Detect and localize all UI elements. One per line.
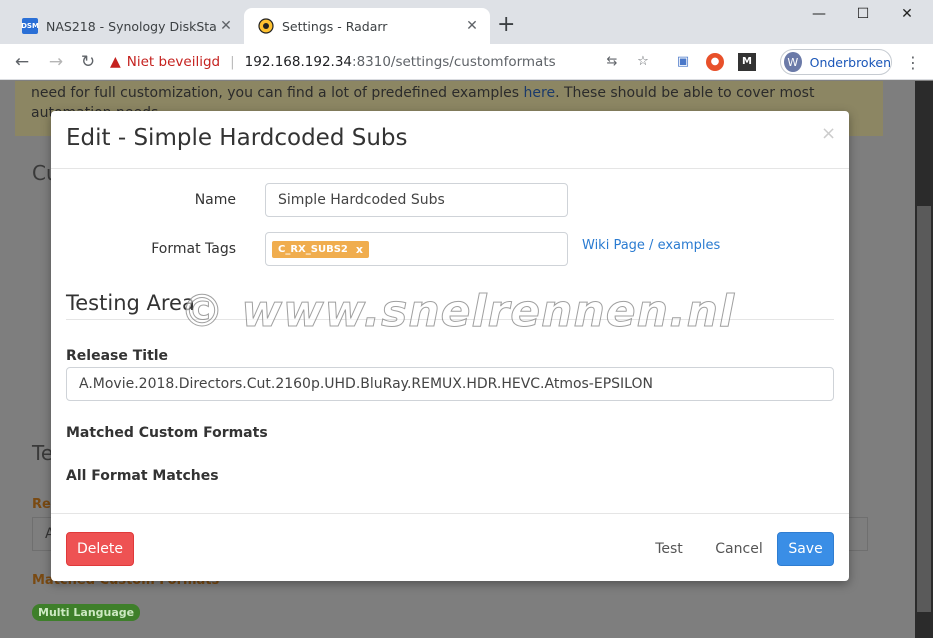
cancel-button[interactable]: Cancel [711,532,767,566]
tag-label: C_RX_SUBS2 [278,243,348,255]
separator: | [230,54,235,70]
info-text: need for full customization, you can fin… [31,85,524,101]
dsm-icon: DSM [21,18,39,34]
name-label: Name [194,192,236,208]
scrollbar-thumb[interactable] [917,206,931,612]
url-bar[interactable]: ▲ Niet beveiligd | 192.168.192.34 :8310/… [110,48,600,76]
minimize-button[interactable]: — [796,6,842,22]
tag-remove-icon[interactable]: x [356,243,363,256]
extension-icon[interactable]: M [738,53,756,71]
maximize-button[interactable]: ☐ [840,6,886,22]
modal-title: Edit - Simple Hardcoded Subs [66,125,408,151]
modal-header: Edit - Simple Hardcoded Subs × [51,111,849,169]
info-text: . These should be able to cover most [555,85,815,101]
close-tab-icon[interactable]: ✕ [216,18,236,34]
testing-area-title: Testing Area [66,291,195,315]
matched-formats-label: Matched Custom Formats [66,425,268,441]
browser-tab-bar: DSM NAS218 - Synology DiskStation ✕ Sett… [0,0,933,44]
wiki-link[interactable]: Wiki Page / examples [582,238,720,253]
close-icon[interactable]: × [821,123,836,144]
star-icon[interactable]: ☆ [634,53,652,71]
format-tags-label: Format Tags [151,241,236,257]
reload-icon[interactable]: ↻ [78,52,98,72]
page-heading: Te [32,441,54,465]
new-tab-button[interactable]: + [497,14,515,36]
avatar: W [784,52,802,72]
divider [66,319,834,320]
tab-title: Settings - Radarr [282,18,388,34]
all-matches-label: All Format Matches [66,468,219,484]
address-bar-row: ← → ↻ ▲ Niet beveiligd | 192.168.192.34 … [0,44,933,80]
save-button[interactable]: Save [777,532,834,566]
release-title-input[interactable]: A.Movie.2018.Directors.Cut.2160p.UHD.Blu… [66,367,834,401]
security-label[interactable]: Niet beveiligd [127,54,220,70]
release-title-label: Release Title [66,348,169,364]
tab-title: NAS218 - Synology DiskStation [46,18,216,34]
divider [51,513,849,514]
format-tags-input[interactable]: C_RX_SUBS2 x [265,232,568,266]
close-tab-icon[interactable]: ✕ [462,18,482,34]
menu-icon[interactable]: ⋮ [905,53,921,72]
url-path: :8310/settings/customformats [352,54,556,70]
close-window-button[interactable]: ✕ [884,6,930,22]
name-field[interactable]: Simple Hardcoded Subs [265,183,568,217]
back-icon[interactable]: ← [12,52,32,72]
test-button[interactable]: Test [647,532,691,566]
tag-chip: C_RX_SUBS2 x [272,240,369,258]
tab-radarr[interactable]: Settings - Radarr ✕ [244,8,490,44]
release-title-value: A.Movie.2018.Directors.Cut.2160p.UHD.Blu… [79,376,653,392]
url-host: 192.168.192.34 [244,54,353,70]
profile-label: Onderbroken [809,54,891,70]
warning-icon: ▲ [110,54,121,70]
status-badge: Multi Language [32,604,141,621]
name-value: Simple Hardcoded Subs [278,192,445,208]
extension-icon[interactable]: ● [706,53,724,71]
translate-icon[interactable]: ⇆ [603,53,621,71]
edit-modal: Edit - Simple Hardcoded Subs × Name Simp… [51,111,849,581]
delete-button[interactable]: Delete [66,532,134,566]
radarr-icon [258,18,274,34]
forward-icon[interactable]: → [46,52,66,72]
info-link[interactable]: here [524,85,556,101]
extension-icon[interactable]: ▣ [674,53,692,71]
profile-button[interactable]: W Onderbroken [780,49,892,75]
tab-synology[interactable]: DSM NAS218 - Synology DiskStation ✕ [14,8,244,44]
